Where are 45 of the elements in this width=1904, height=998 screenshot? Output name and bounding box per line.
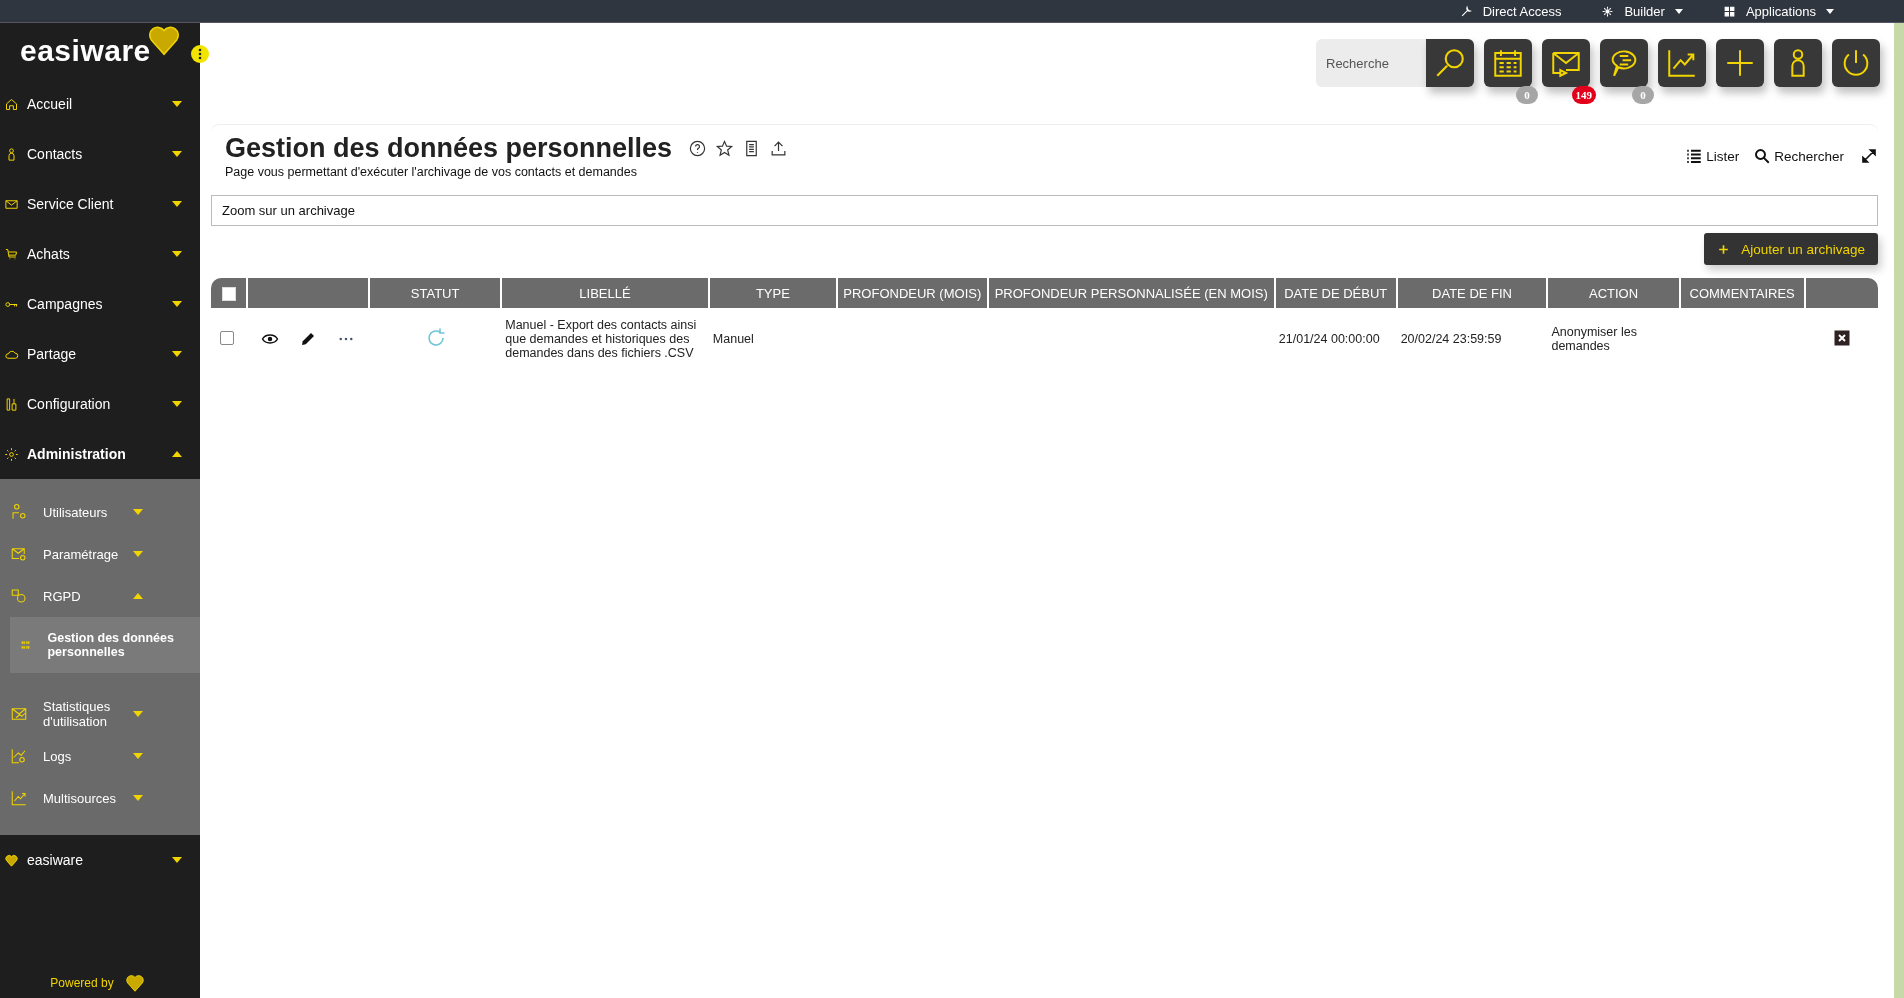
sidebar-item[interactable]: Campagnes <box>0 279 200 329</box>
column-header[interactable]: PROFONDEUR (MOIS) <box>837 278 989 308</box>
sidebar-item[interactable]: Configuration <box>0 379 200 429</box>
sidebar-item[interactable]: Contacts <box>0 129 200 179</box>
table-cell: 21/01/24 00:00:00 <box>1278 332 1380 346</box>
top-nav-link[interactable]: Builder <box>1624 3 1665 19</box>
sidebar-item[interactable]: easiware <box>0 835 200 885</box>
table-cell: Anonymiser les demandes <box>1551 325 1637 353</box>
column-header[interactable]: COMMENTAIRES <box>1680 278 1806 308</box>
submenu-item[interactable]: Logs <box>0 735 200 777</box>
column-header[interactable]: TYPE <box>709 278 838 308</box>
sidebar-item[interactable]: Administration <box>0 429 200 479</box>
powered-by-text: Powered by <box>50 976 114 990</box>
search-link[interactable]: Rechercher <box>1753 147 1844 165</box>
count-badge: 0 <box>1516 86 1538 104</box>
search-field[interactable]: Recherche <box>1316 39 1426 87</box>
table-cell: 20/02/24 23:59:59 <box>1400 332 1502 346</box>
sidebar-item[interactable]: Accueil <box>0 79 200 129</box>
sidebar-item[interactable]: Achats <box>0 229 200 279</box>
zoom-panel-header[interactable]: Zoom sur un archivage <box>211 195 1878 226</box>
column-header[interactable]: PROFONDEUR PERSONNALISÉE (EN MOIS) <box>988 278 1276 308</box>
add-archive-button[interactable]: Ajouter un archivage <box>1704 233 1878 265</box>
column-header[interactable]: ACTION <box>1548 278 1681 308</box>
column-header[interactable]: STATUT <box>370 278 503 308</box>
sidebar-item[interactable]: Service Client <box>0 179 200 229</box>
count-badge: 149 <box>1571 86 1596 104</box>
top-nav-link[interactable]: Direct Access <box>1482 3 1562 19</box>
submenu-item[interactable]: Statistiques d'utilisation <box>0 693 200 735</box>
submenu-item[interactable]: Multisources <box>0 777 200 819</box>
submenu-item[interactable]: Utilisateurs <box>0 491 200 533</box>
sidebar-item[interactable]: Partage <box>0 329 200 379</box>
page-subtitle: Page vous permettant d'exécuter l'archivage de vos contacts et demandes <box>225 165 638 179</box>
count-badge: 0 <box>1632 86 1654 104</box>
table-cell: Manuel <box>712 332 754 346</box>
submenu-item[interactable]: Gestion des données personnelles <box>10 617 200 673</box>
column-header[interactable]: DATE DE FIN <box>1397 278 1549 308</box>
page-title: Gestion des données personnelles <box>225 133 673 164</box>
table-cell: Manuel - Export des contacts ainsi que demandes et historiques des demandes dans des fichiers .CSV <box>505 318 697 360</box>
submenu-item[interactable]: RGPD <box>0 575 200 617</box>
column-header[interactable]: DATE DE DÉBUT <box>1275 278 1398 308</box>
list-link[interactable]: Lister <box>1685 147 1740 165</box>
submenu-item[interactable]: Paramétrage <box>0 533 200 575</box>
top-nav-link[interactable]: Applications <box>1745 3 1816 19</box>
column-header[interactable]: LIBELLÉ <box>502 278 710 308</box>
logo: easiware <box>20 34 151 68</box>
